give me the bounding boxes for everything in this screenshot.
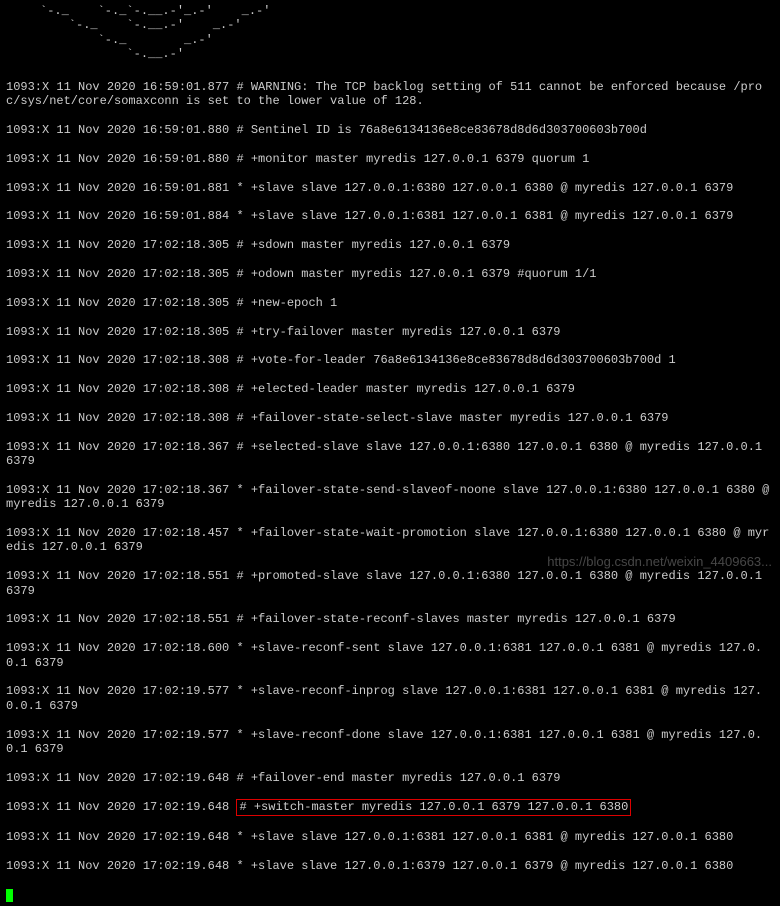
log-line: 1093:X 11 Nov 2020 17:02:18.305 # +odown… xyxy=(6,267,774,281)
log-line-highlighted: 1093:X 11 Nov 2020 17:02:19.648 # +switc… xyxy=(6,799,774,815)
log-line: 1093:X 11 Nov 2020 17:02:18.367 * +failo… xyxy=(6,483,774,512)
log-prefix: 1093:X 11 Nov 2020 17:02:19.648 xyxy=(6,800,236,814)
log-line: 1093:X 11 Nov 2020 17:02:18.600 * +slave… xyxy=(6,641,774,670)
log-line: 1093:X 11 Nov 2020 16:59:01.881 * +slave… xyxy=(6,181,774,195)
log-line: 1093:X 11 Nov 2020 16:59:01.880 # +monit… xyxy=(6,152,774,166)
log-line: 1093:X 11 Nov 2020 17:02:18.308 # +failo… xyxy=(6,411,774,425)
highlight-box: # +switch-master myredis 127.0.0.1 6379 … xyxy=(236,799,631,815)
redis-ascii-logo: `-._ `-._`-.__.-'_.-' _.-' `-._ `-.__.-'… xyxy=(0,0,780,62)
log-line: 1093:X 11 Nov 2020 17:02:18.305 # +try-f… xyxy=(6,325,774,339)
log-line: 1093:X 11 Nov 2020 17:02:19.577 * +slave… xyxy=(6,684,774,713)
log-line: 1093:X 11 Nov 2020 17:02:18.457 * +failo… xyxy=(6,526,774,555)
log-line: 1093:X 11 Nov 2020 16:59:01.880 # Sentin… xyxy=(6,123,774,137)
watermark-text: https://blog.csdn.net/weixin_4409663... xyxy=(547,554,772,570)
terminal-cursor xyxy=(6,889,13,902)
log-line: 1093:X 11 Nov 2020 17:02:18.305 # +sdown… xyxy=(6,238,774,252)
log-warning: 1093:X 11 Nov 2020 16:59:01.877 # WARNIN… xyxy=(6,80,774,109)
log-line: 1093:X 11 Nov 2020 17:02:19.648 * +slave… xyxy=(6,830,774,844)
log-line: 1093:X 11 Nov 2020 17:02:19.577 * +slave… xyxy=(6,728,774,757)
log-line: 1093:X 11 Nov 2020 17:02:18.305 # +new-e… xyxy=(6,296,774,310)
log-line: 1093:X 11 Nov 2020 17:02:18.551 # +failo… xyxy=(6,612,774,626)
log-line: 1093:X 11 Nov 2020 17:02:19.648 * +slave… xyxy=(6,859,774,873)
log-line: 1093:X 11 Nov 2020 17:02:18.308 # +vote-… xyxy=(6,353,774,367)
log-line: 1093:X 11 Nov 2020 17:02:19.648 # +failo… xyxy=(6,771,774,785)
log-line: 1093:X 11 Nov 2020 16:59:01.884 * +slave… xyxy=(6,209,774,223)
log-line: 1093:X 11 Nov 2020 17:02:18.308 # +elect… xyxy=(6,382,774,396)
terminal-output: 1093:X 11 Nov 2020 16:59:01.877 # WARNIN… xyxy=(0,62,780,906)
log-line: 1093:X 11 Nov 2020 17:02:18.367 # +selec… xyxy=(6,440,774,469)
